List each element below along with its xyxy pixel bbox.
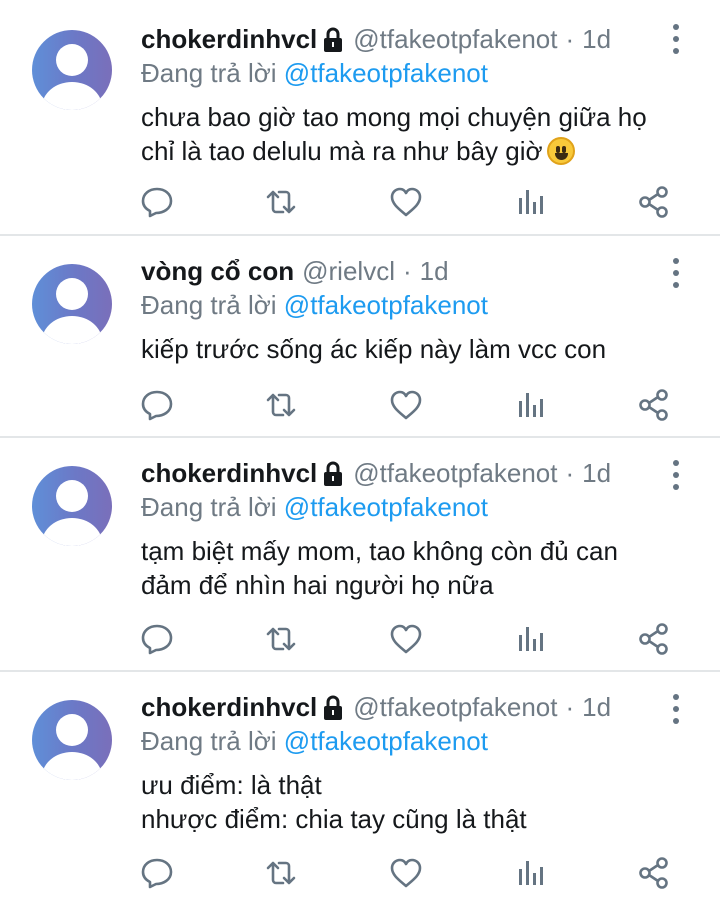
stats-icon[interactable] [513,185,547,219]
separator: · [565,458,575,488]
comment-icon[interactable] [140,856,174,890]
tweet-actions [140,622,680,656]
display-name[interactable]: chokerdinhvcl [141,456,317,490]
separator: · [565,24,575,54]
share-icon[interactable] [637,856,671,890]
separator: · [565,692,575,722]
display-name[interactable]: chokerdinhvcl [141,690,317,724]
tweet-header: chokerdinhvcl @tfakeotpfakenot · 1d [141,690,680,724]
stats-icon[interactable] [513,622,547,656]
retweet-icon[interactable] [264,388,298,422]
reply-prefix: Đang trả lời [141,290,277,320]
stats-icon[interactable] [513,388,547,422]
separator: · [402,256,412,286]
more-vertical-icon[interactable] [666,24,686,54]
heart-icon[interactable] [389,185,423,219]
reply-prefix: Đang trả lời [141,58,277,88]
more-vertical-icon[interactable] [666,258,686,288]
comment-icon[interactable] [140,622,174,656]
more-vertical-icon[interactable] [666,694,686,724]
reply-feed: chokerdinhvcl @tfakeotpfakenot · 1d Đang… [0,0,720,902]
stats-icon[interactable] [513,856,547,890]
grinning-face-emoji [546,137,575,165]
timestamp: 1d [582,692,612,722]
comment-icon[interactable] [140,388,174,422]
reply-target-link[interactable]: @tfakeotpfakenot [284,726,488,756]
share-icon[interactable] [637,622,671,656]
tweet-header: vòng cổ con @rielvcl · 1d [141,254,680,288]
replying-to: Đang trả lời @tfakeotpfakenot [141,490,680,524]
avatar[interactable] [32,30,112,110]
comment-icon[interactable] [140,185,174,219]
tweet-text: kiếp trước sống ác kiếp này làm vcc con [141,334,607,364]
reply-target-link[interactable]: @tfakeotpfakenot [284,492,488,522]
lock-icon [323,695,343,721]
retweet-icon[interactable] [264,622,298,656]
replying-to: Đang trả lời @tfakeotpfakenot [141,724,680,758]
tweet-header: chokerdinhvcl @tfakeotpfakenot · 1d [141,22,680,56]
lock-icon [323,27,343,53]
tweet-text: ưu điểm: là thật nhược điểm: chia tay cũ… [141,770,527,834]
tweet[interactable]: chokerdinhvcl @tfakeotpfakenot · 1d Đang… [0,672,720,902]
heart-icon[interactable] [389,388,423,422]
reply-target-link[interactable]: @tfakeotpfakenot [284,58,488,88]
tweet[interactable]: chokerdinhvcl @tfakeotpfakenot · 1d Đang… [0,438,720,672]
timestamp: 1d [582,458,612,488]
tweet[interactable]: vòng cổ con @rielvcl · 1d Đang trả lời @… [0,236,720,438]
replying-to: Đang trả lời @tfakeotpfakenot [141,288,680,322]
reply-target-link[interactable]: @tfakeotpfakenot [284,290,488,320]
more-vertical-icon[interactable] [666,460,686,490]
user-handle[interactable]: @tfakeotpfakenot [353,456,557,490]
display-name[interactable]: chokerdinhvcl [141,22,317,56]
lock-icon [323,461,343,487]
tweet-header: chokerdinhvcl @tfakeotpfakenot · 1d [141,456,680,490]
heart-icon[interactable] [389,856,423,890]
retweet-icon[interactable] [264,185,298,219]
tweet-actions [140,185,680,219]
user-handle[interactable]: @tfakeotpfakenot [353,22,557,56]
timestamp: 1d [419,256,449,286]
tweet-actions [140,856,680,890]
retweet-icon[interactable] [264,856,298,890]
avatar[interactable] [32,700,112,780]
user-handle[interactable]: @rielvcl [302,254,395,288]
user-handle[interactable]: @tfakeotpfakenot [353,690,557,724]
avatar[interactable] [32,466,112,546]
heart-icon[interactable] [389,622,423,656]
replying-to: Đang trả lời @tfakeotpfakenot [141,56,680,90]
reply-prefix: Đang trả lời [141,492,277,522]
tweet-actions [140,388,680,422]
reply-prefix: Đang trả lời [141,726,277,756]
share-icon[interactable] [637,388,671,422]
share-icon[interactable] [637,185,671,219]
timestamp: 1d [582,24,612,54]
tweet-text: chưa bao giờ tao mong mọi chuyện giữa họ… [141,100,680,168]
avatar[interactable] [32,264,112,344]
tweet-text: tạm biệt mấy mom, tao không còn đủ can đ… [141,536,618,600]
display-name[interactable]: vòng cổ con [141,254,294,288]
tweet[interactable]: chokerdinhvcl @tfakeotpfakenot · 1d Đang… [0,0,720,236]
